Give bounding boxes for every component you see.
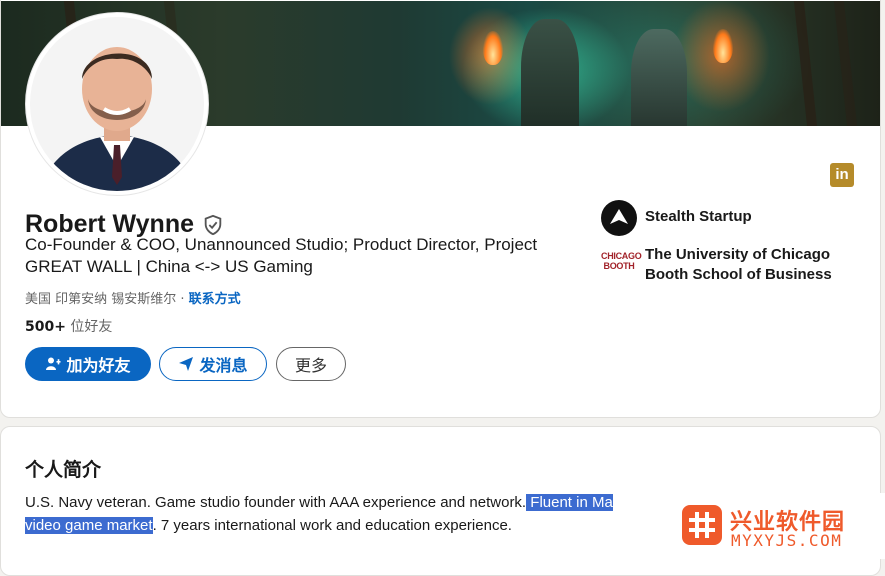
watermark-url: MYXYJS.COM — [731, 531, 843, 550]
chicago-booth-logo: CHICAGO BOOTH — [601, 251, 642, 271]
education-school[interactable]: CHICAGO BOOTH The University of Chicago … — [601, 245, 865, 287]
stealth-startup-logo — [601, 200, 637, 236]
add-person-icon — [46, 357, 61, 370]
profile-location: 美国 印第安纳 锡安斯维尔 · — [25, 292, 189, 307]
company-name: Stealth Startup — [645, 208, 752, 225]
connect-button-label: 加为好友 — [66, 356, 131, 375]
site-watermark: 兴业软件园 MYXYJS.COM — [670, 493, 885, 559]
profile-headline: Co-Founder & COO, Unannounced Studio; Pr… — [25, 235, 538, 276]
connections-label: 位好友 — [65, 319, 113, 335]
profile-location-line: 美国 印第安纳 锡安斯维尔 · 联系方式 — [25, 288, 241, 307]
connect-button[interactable]: 加为好友 — [25, 347, 151, 381]
linkedin-icon[interactable]: in — [830, 163, 854, 187]
more-button[interactable]: 更多 — [276, 347, 346, 381]
about-title: 个人简介 — [25, 459, 102, 481]
selected-text: Fluent in Ma — [526, 494, 613, 511]
watermark-logo-icon — [682, 505, 722, 545]
connections-number: 500+ — [25, 319, 66, 335]
school-name: The University of Chicago Booth School o… — [645, 246, 832, 283]
selected-text-line2: video game market — [25, 517, 153, 534]
current-company[interactable]: Stealth Startup — [601, 200, 865, 236]
connections-count[interactable]: 500+ 位好友 — [25, 316, 112, 336]
message-button-label: 发消息 — [199, 356, 248, 375]
profile-avatar[interactable] — [26, 13, 208, 195]
shield-check-icon[interactable] — [202, 214, 224, 236]
profile-card: in Robert Wynne Co-Founder & COO, Unanno… — [0, 0, 881, 418]
about-text: U.S. Navy veteran. Game studio founder w… — [25, 494, 613, 534]
contact-info-link[interactable]: 联系方式 — [189, 292, 241, 307]
message-button[interactable]: 发消息 — [159, 347, 267, 381]
send-icon — [179, 357, 194, 371]
more-button-label: 更多 — [294, 356, 327, 375]
